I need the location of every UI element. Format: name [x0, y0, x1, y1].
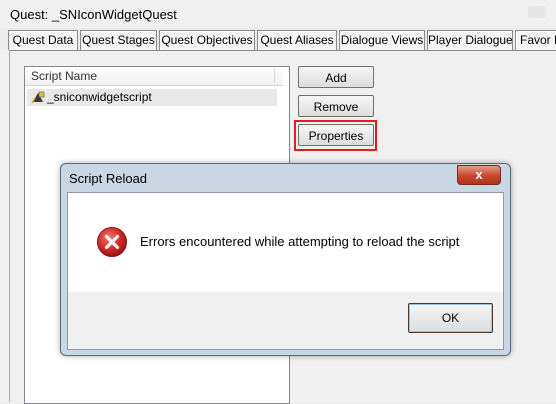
tab-quest-aliases[interactable]: Quest Aliases	[257, 30, 337, 50]
window-title: Quest: _SNIconWidgetQuest	[10, 7, 177, 22]
column-separator	[274, 69, 275, 83]
script-name-header-label: Script Name	[31, 69, 98, 83]
panel-left-edge	[0, 50, 10, 402]
remove-button[interactable]: Remove	[298, 95, 374, 117]
close-button[interactable]: x	[457, 165, 501, 185]
tab-player-dialogue[interactable]: Player Dialogue	[427, 30, 513, 50]
tab-dialogue-views[interactable]: Dialogue Views	[339, 30, 425, 50]
dialog-title: Script Reload	[69, 171, 148, 186]
script-name-column-header[interactable]: Script Name	[25, 67, 283, 86]
background-window-fragment	[528, 6, 546, 18]
tab-quest-objectives[interactable]: Quest Objectives	[159, 30, 255, 50]
script-name: _sniconwidgetscript	[47, 90, 152, 104]
script-icon	[31, 91, 45, 104]
close-icon: x	[475, 167, 483, 182]
dialog-message: Errors encountered while attempting to r…	[140, 234, 460, 249]
dialog-message-area: Errors encountered while attempting to r…	[68, 193, 503, 292]
script-reload-dialog: Script Reload x Errors encountered while…	[60, 163, 511, 356]
tab-quest-data[interactable]: Quest Data	[8, 30, 78, 50]
dialog-client-area: Errors encountered while attempting to r…	[67, 192, 504, 350]
tab-quest-stages[interactable]: Quest Stages	[80, 30, 157, 50]
ok-button[interactable]: OK	[408, 303, 493, 333]
error-icon	[97, 227, 127, 257]
tab-favor-dialogue[interactable]: Favor D	[515, 30, 556, 50]
add-button[interactable]: Add	[298, 66, 374, 88]
window-titlebar: Quest: _SNIconWidgetQuest	[0, 0, 556, 28]
properties-button[interactable]: Properties	[298, 124, 374, 146]
script-row[interactable]: _sniconwidgetscript	[27, 89, 277, 106]
